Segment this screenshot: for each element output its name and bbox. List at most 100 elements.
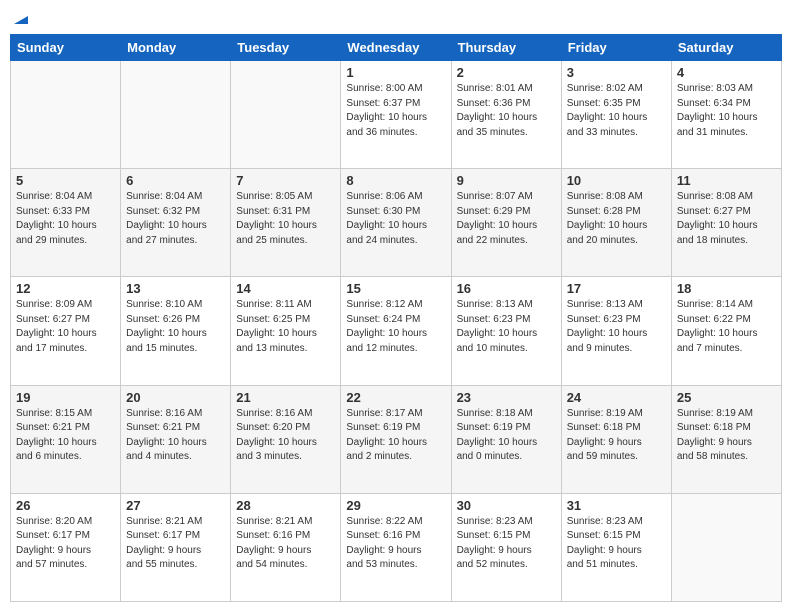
- calendar-cell: 12 Sunrise: 8:09 AM Sunset: 6:27 PM Dayli…: [11, 277, 121, 385]
- calendar-cell: 24 Sunrise: 8:19 AM Sunset: 6:18 PM Dayli…: [561, 385, 671, 493]
- day-number: 31: [567, 498, 666, 513]
- day-info: Sunrise: 8:23 AM Sunset: 6:15 PM Dayligh…: [457, 515, 556, 573]
- day-info: Sunrise: 8:15 AM Sunset: 6:21 PM Dayligh…: [16, 407, 115, 465]
- day-number: 15: [346, 281, 445, 296]
- day-info: Sunrise: 8:03 AM Sunset: 6:34 PM Dayligh…: [677, 82, 776, 140]
- calendar-cell: [11, 61, 121, 169]
- calendar-week-row: 26 Sunrise: 8:20 AM Sunset: 6:17 PM Dayli…: [11, 493, 782, 601]
- calendar-cell: 7 Sunrise: 8:05 AM Sunset: 6:31 PM Daylig…: [231, 169, 341, 277]
- calendar-cell: 25 Sunrise: 8:19 AM Sunset: 6:18 PM Dayli…: [671, 385, 781, 493]
- calendar-day-header: Tuesday: [231, 35, 341, 61]
- calendar-cell: 17 Sunrise: 8:13 AM Sunset: 6:23 PM Dayli…: [561, 277, 671, 385]
- day-number: 20: [126, 390, 225, 405]
- day-info: Sunrise: 8:22 AM Sunset: 6:16 PM Dayligh…: [346, 515, 445, 573]
- day-info: Sunrise: 8:18 AM Sunset: 6:19 PM Dayligh…: [457, 407, 556, 465]
- day-number: 5: [16, 173, 115, 188]
- day-number: 10: [567, 173, 666, 188]
- day-number: 17: [567, 281, 666, 296]
- day-number: 19: [16, 390, 115, 405]
- calendar-table: SundayMondayTuesdayWednesdayThursdayFrid…: [10, 34, 782, 602]
- day-number: 16: [457, 281, 556, 296]
- calendar-cell: 20 Sunrise: 8:16 AM Sunset: 6:21 PM Dayli…: [121, 385, 231, 493]
- header: [10, 10, 782, 26]
- calendar-week-row: 12 Sunrise: 8:09 AM Sunset: 6:27 PM Dayli…: [11, 277, 782, 385]
- day-info: Sunrise: 8:17 AM Sunset: 6:19 PM Dayligh…: [346, 407, 445, 465]
- calendar-cell: 1 Sunrise: 8:00 AM Sunset: 6:37 PM Daylig…: [341, 61, 451, 169]
- calendar-cell: 23Sunrise: 8:18 AM Sunset: 6:19 PM Dayli…: [451, 385, 561, 493]
- day-number: 25: [677, 390, 776, 405]
- day-info: Sunrise: 8:19 AM Sunset: 6:18 PM Dayligh…: [567, 407, 666, 465]
- day-number: 12: [16, 281, 115, 296]
- day-number: 24: [567, 390, 666, 405]
- day-number: 29: [346, 498, 445, 513]
- calendar-cell: 27 Sunrise: 8:21 AM Sunset: 6:17 PM Dayli…: [121, 493, 231, 601]
- logo-icon: [12, 8, 30, 26]
- calendar-header-row: SundayMondayTuesdayWednesdayThursdayFrid…: [11, 35, 782, 61]
- calendar-cell: 2 Sunrise: 8:01 AM Sunset: 6:36 PM Daylig…: [451, 61, 561, 169]
- calendar-cell: [121, 61, 231, 169]
- calendar-week-row: 19 Sunrise: 8:15 AM Sunset: 6:21 PM Dayli…: [11, 385, 782, 493]
- day-info: Sunrise: 8:13 AM Sunset: 6:23 PM Dayligh…: [567, 298, 666, 356]
- calendar-week-row: 1 Sunrise: 8:00 AM Sunset: 6:37 PM Daylig…: [11, 61, 782, 169]
- calendar-cell: 28 Sunrise: 8:21 AM Sunset: 6:16 PM Dayli…: [231, 493, 341, 601]
- calendar-cell: 29 Sunrise: 8:22 AM Sunset: 6:16 PM Dayli…: [341, 493, 451, 601]
- calendar-cell: 8Sunrise: 8:06 AM Sunset: 6:30 PM Daylig…: [341, 169, 451, 277]
- calendar-day-header: Monday: [121, 35, 231, 61]
- day-number: 7: [236, 173, 335, 188]
- day-number: 26: [16, 498, 115, 513]
- calendar-cell: 11 Sunrise: 8:08 AM Sunset: 6:27 PM Dayli…: [671, 169, 781, 277]
- day-number: 30: [457, 498, 556, 513]
- calendar-cell: 9 Sunrise: 8:07 AM Sunset: 6:29 PM Daylig…: [451, 169, 561, 277]
- calendar-cell: 13 Sunrise: 8:10 AM Sunset: 6:26 PM Dayli…: [121, 277, 231, 385]
- calendar-day-header: Thursday: [451, 35, 561, 61]
- day-number: 21: [236, 390, 335, 405]
- calendar-cell: 22 Sunrise: 8:17 AM Sunset: 6:19 PM Dayli…: [341, 385, 451, 493]
- day-info: Sunrise: 8:12 AM Sunset: 6:24 PM Dayligh…: [346, 298, 445, 356]
- calendar-day-header: Friday: [561, 35, 671, 61]
- day-info: Sunrise: 8:21 AM Sunset: 6:17 PM Dayligh…: [126, 515, 225, 573]
- calendar-cell: 16 Sunrise: 8:13 AM Sunset: 6:23 PM Dayli…: [451, 277, 561, 385]
- day-info: Sunrise: 8:01 AM Sunset: 6:36 PM Dayligh…: [457, 82, 556, 140]
- calendar-day-header: Wednesday: [341, 35, 451, 61]
- day-info: Sunrise: 8:20 AM Sunset: 6:17 PM Dayligh…: [16, 515, 115, 573]
- day-number: 1: [346, 65, 445, 80]
- day-number: 3: [567, 65, 666, 80]
- day-info: Sunrise: 8:02 AM Sunset: 6:35 PM Dayligh…: [567, 82, 666, 140]
- day-info: Sunrise: 8:07 AM Sunset: 6:29 PM Dayligh…: [457, 190, 556, 248]
- calendar-cell: 5 Sunrise: 8:04 AM Sunset: 6:33 PM Daylig…: [11, 169, 121, 277]
- day-number: 18: [677, 281, 776, 296]
- calendar-week-row: 5 Sunrise: 8:04 AM Sunset: 6:33 PM Daylig…: [11, 169, 782, 277]
- calendar-cell: 10Sunrise: 8:08 AM Sunset: 6:28 PM Dayli…: [561, 169, 671, 277]
- day-number: 13: [126, 281, 225, 296]
- day-number: 22: [346, 390, 445, 405]
- calendar-cell: 31 Sunrise: 8:23 AM Sunset: 6:15 PM Dayli…: [561, 493, 671, 601]
- day-number: 11: [677, 173, 776, 188]
- calendar-cell: 6Sunrise: 8:04 AM Sunset: 6:32 PM Daylig…: [121, 169, 231, 277]
- calendar-cell: 4Sunrise: 8:03 AM Sunset: 6:34 PM Daylig…: [671, 61, 781, 169]
- calendar-cell: 15 Sunrise: 8:12 AM Sunset: 6:24 PM Dayli…: [341, 277, 451, 385]
- day-info: Sunrise: 8:13 AM Sunset: 6:23 PM Dayligh…: [457, 298, 556, 356]
- day-info: Sunrise: 8:23 AM Sunset: 6:15 PM Dayligh…: [567, 515, 666, 573]
- day-number: 9: [457, 173, 556, 188]
- calendar-cell: [231, 61, 341, 169]
- calendar-cell: 18Sunrise: 8:14 AM Sunset: 6:22 PM Dayli…: [671, 277, 781, 385]
- day-number: 28: [236, 498, 335, 513]
- day-number: 27: [126, 498, 225, 513]
- day-info: Sunrise: 8:06 AM Sunset: 6:30 PM Dayligh…: [346, 190, 445, 248]
- day-info: Sunrise: 8:10 AM Sunset: 6:26 PM Dayligh…: [126, 298, 225, 356]
- day-info: Sunrise: 8:16 AM Sunset: 6:21 PM Dayligh…: [126, 407, 225, 465]
- day-info: Sunrise: 8:00 AM Sunset: 6:37 PM Dayligh…: [346, 82, 445, 140]
- day-info: Sunrise: 8:05 AM Sunset: 6:31 PM Dayligh…: [236, 190, 335, 248]
- calendar-cell: 26 Sunrise: 8:20 AM Sunset: 6:17 PM Dayli…: [11, 493, 121, 601]
- calendar-cell: 21Sunrise: 8:16 AM Sunset: 6:20 PM Dayli…: [231, 385, 341, 493]
- day-info: Sunrise: 8:08 AM Sunset: 6:27 PM Dayligh…: [677, 190, 776, 248]
- day-info: Sunrise: 8:09 AM Sunset: 6:27 PM Dayligh…: [16, 298, 115, 356]
- day-info: Sunrise: 8:11 AM Sunset: 6:25 PM Dayligh…: [236, 298, 335, 356]
- day-info: Sunrise: 8:04 AM Sunset: 6:32 PM Dayligh…: [126, 190, 225, 248]
- day-info: Sunrise: 8:21 AM Sunset: 6:16 PM Dayligh…: [236, 515, 335, 573]
- day-info: Sunrise: 8:04 AM Sunset: 6:33 PM Dayligh…: [16, 190, 115, 248]
- calendar-day-header: Saturday: [671, 35, 781, 61]
- day-number: 2: [457, 65, 556, 80]
- logo: [10, 10, 30, 26]
- day-info: Sunrise: 8:19 AM Sunset: 6:18 PM Dayligh…: [677, 407, 776, 465]
